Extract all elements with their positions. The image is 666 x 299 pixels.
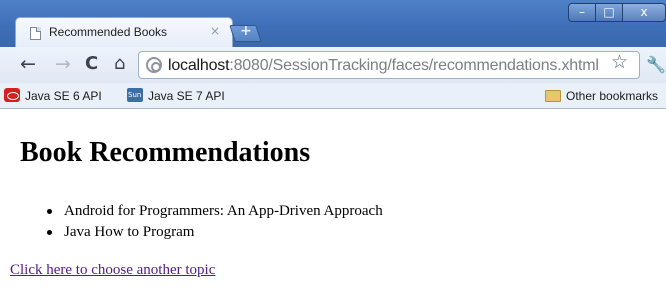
bookmarks-bar: Java SE 6 API Java SE 7 API Other bookma… [0, 83, 666, 109]
back-icon[interactable]: ← [20, 54, 36, 74]
reload-icon[interactable]: C [85, 54, 98, 74]
star-icon[interactable]: ☆ [611, 51, 628, 73]
sun-icon [127, 88, 143, 102]
wrench-icon[interactable]: 🔧 [646, 55, 666, 74]
list-item: Android for Programmers: An App-Driven A… [30, 203, 383, 224]
browser-tab[interactable]: Recommended Books × [15, 17, 233, 47]
plus-icon[interactable]: + [240, 23, 252, 39]
url-path: :8080/SessionTracking/faces/recommendati… [229, 57, 599, 74]
bullet-icon [47, 209, 52, 214]
title-bar: Recommended Books × + – □ x [0, 0, 666, 47]
other-bookmarks-label: Other bookmarks [566, 89, 659, 103]
page-title: Book Recommendations [20, 137, 311, 168]
bookmark-label: Java SE 7 API [148, 89, 225, 103]
page-info-icon[interactable] [146, 57, 162, 73]
maximize-button[interactable]: □ [595, 3, 623, 22]
choose-topic-link[interactable]: Click here to choose another topic [10, 262, 215, 279]
tab-title: Recommended Books [49, 25, 168, 39]
page-icon [30, 27, 41, 40]
forward-icon[interactable]: → [55, 54, 71, 74]
book-title: Android for Programmers: An App-Driven A… [64, 203, 383, 219]
url-host: localhost [168, 57, 230, 74]
list-item: Java How to Program [30, 224, 383, 245]
window-controls: – □ x [568, 3, 666, 23]
home-icon[interactable]: ⌂ [114, 54, 125, 74]
book-title: Java How to Program [64, 224, 195, 240]
browser-toolbar: ← → C ⌂ localhost:8080/SessionTracking/f… [0, 47, 666, 83]
url-text[interactable]: localhost:8080/SessionTracking/faces/rec… [168, 57, 599, 75]
folder-icon [545, 90, 561, 102]
minimize-button[interactable]: – [568, 3, 596, 22]
close-button[interactable]: x [622, 3, 666, 22]
tab-close-icon[interactable]: × [210, 24, 220, 38]
book-list: Android for Programmers: An App-Driven A… [30, 203, 383, 245]
page-content: Book Recommendations Android for Program… [0, 110, 666, 299]
bullet-icon [47, 230, 52, 235]
bookmark-label: Java SE 6 API [25, 89, 102, 103]
oracle-icon [4, 88, 20, 102]
address-bar[interactable]: localhost:8080/SessionTracking/faces/rec… [138, 51, 640, 79]
